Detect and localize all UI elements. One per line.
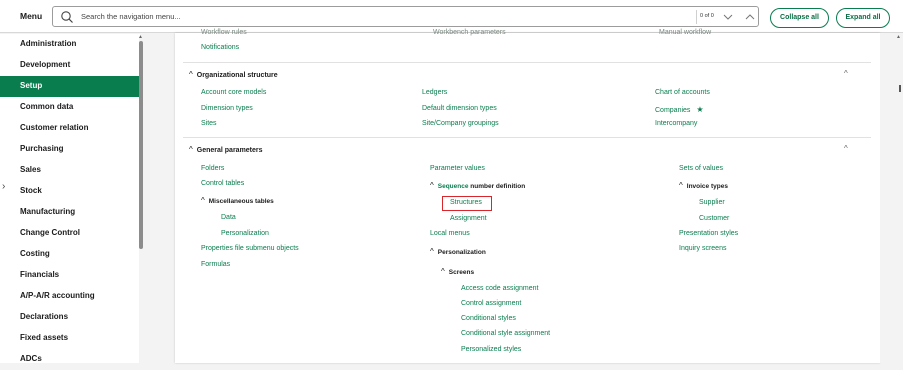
link-structures[interactable]: Structures — [450, 199, 482, 206]
sidebar-item-declarations[interactable]: Declarations — [0, 307, 140, 328]
search-result-counter: 0 of 0 — [700, 13, 714, 19]
search-input[interactable]: Search the navigation menu... 0 of 0 — [52, 6, 759, 27]
link-inquiry-screens[interactable]: Inquiry screens — [679, 245, 726, 252]
chevron-up-icon: ^ — [189, 70, 193, 79]
link-sets-of-values[interactable]: Sets of values — [679, 165, 723, 172]
main-scrollbar[interactable] — [880, 33, 903, 363]
group-screens[interactable]: ^ Screens — [441, 267, 474, 276]
menu-title: Menu — [20, 11, 43, 21]
link-local-menus[interactable]: Local menus — [430, 230, 470, 237]
sidebar-item-financials[interactable]: Financials — [0, 265, 140, 286]
link-access-code-assignment[interactable]: Access code assignment — [461, 285, 538, 292]
link-site-company-groupings[interactable]: Site/Company groupings — [422, 120, 499, 127]
main-scroll-thumb[interactable] — [899, 85, 901, 92]
link-assignment[interactable]: Assignment — [450, 215, 487, 222]
sidebar-scroll-thumb[interactable] — [139, 41, 143, 249]
section-divider — [183, 62, 871, 63]
chevron-up-icon[interactable]: ^ — [844, 69, 848, 78]
link-customer[interactable]: Customer — [699, 215, 729, 222]
search-divider — [696, 10, 697, 24]
link-data[interactable]: Data — [221, 214, 236, 221]
sidebar-item-customer-relation[interactable]: Customer relation — [0, 118, 140, 139]
link-conditional-style-assignment[interactable]: Conditional style assignment — [461, 330, 550, 337]
link-supplier[interactable]: Supplier — [699, 199, 725, 206]
chevron-right-icon[interactable]: › — [2, 181, 5, 192]
sidebar-item-ap-ar-accounting[interactable]: A/P-A/R accounting — [0, 286, 140, 307]
link-notifications[interactable]: Notifications — [201, 44, 239, 51]
sidebar-item-manufacturing[interactable]: Manufacturing — [0, 202, 140, 223]
chevron-up-icon: ^ — [430, 181, 434, 190]
chevron-up-icon: ^ — [679, 181, 683, 190]
link-account-core-models[interactable]: Account core models — [201, 89, 266, 96]
sidebar-item-sales[interactable]: Sales — [0, 160, 140, 181]
link-personalization[interactable]: Personalization — [221, 230, 269, 237]
link-folders[interactable]: Folders — [201, 165, 224, 172]
chevron-up-icon[interactable]: ^ — [844, 144, 848, 153]
group-personalization[interactable]: ^ Personalization — [430, 247, 486, 256]
navigation-panel: Workflow rules Workbench parameters Manu… — [175, 29, 880, 363]
link-companies[interactable]: Companies ★ — [655, 105, 704, 114]
section-general-parameters[interactable]: ^ General parameters — [189, 145, 263, 154]
link-conditional-styles[interactable]: Conditional styles — [461, 315, 516, 322]
link-manual-workflow[interactable]: Manual workflow — [659, 29, 711, 36]
link-properties-file-submenu-objects[interactable]: Properties file submenu objects — [201, 245, 299, 252]
sidebar-item-stock[interactable]: Stock — [0, 181, 140, 202]
link-dimension-types[interactable]: Dimension types — [201, 105, 253, 112]
sidebar-item-change-control[interactable]: Change Control — [0, 223, 140, 244]
group-invoice-types[interactable]: ^ Invoice types — [679, 181, 728, 190]
star-icon[interactable]: ★ — [696, 105, 703, 114]
link-control-tables[interactable]: Control tables — [201, 180, 244, 187]
link-workbench-parameters[interactable]: Workbench parameters — [433, 29, 506, 36]
sidebar-item-adcs[interactable]: ADCs — [0, 349, 140, 370]
expand-all-button[interactable]: Expand all — [836, 8, 890, 28]
scroll-up-arrow-icon[interactable]: ▲ — [896, 34, 901, 40]
sidebar-item-common-data[interactable]: Common data — [0, 97, 140, 118]
sidebar-item-purchasing[interactable]: Purchasing — [0, 139, 140, 160]
link-chart-of-accounts[interactable]: Chart of accounts — [655, 89, 710, 96]
link-control-assignment[interactable]: Control assignment — [461, 300, 521, 307]
link-presentation-styles[interactable]: Presentation styles — [679, 230, 738, 237]
link-intercompany[interactable]: Intercompany — [655, 120, 697, 127]
link-formulas[interactable]: Formulas — [201, 261, 230, 268]
chevron-up-icon: ^ — [441, 267, 445, 276]
section-organizational-structure[interactable]: ^ Organizational structure — [189, 70, 278, 79]
chevron-up-icon[interactable] — [744, 11, 756, 23]
link-workflow-rules[interactable]: Workflow rules — [201, 29, 247, 36]
link-default-dimension-types[interactable]: Default dimension types — [422, 105, 497, 112]
chevron-up-icon: ^ — [430, 247, 434, 256]
group-miscellaneous-tables[interactable]: ^ Miscellaneous tables — [201, 196, 274, 205]
sidebar-item-fixed-assets[interactable]: Fixed assets — [0, 328, 140, 349]
chevron-down-icon[interactable] — [722, 11, 734, 23]
link-parameter-values[interactable]: Parameter values — [430, 165, 485, 172]
chevron-up-icon: ^ — [189, 145, 193, 154]
group-sequence-number-definition[interactable]: ^ Sequence number definition — [430, 181, 525, 190]
search-icon — [61, 11, 73, 23]
link-personalized-styles[interactable]: Personalized styles — [461, 346, 521, 353]
sidebar-item-costing[interactable]: Costing — [0, 244, 140, 265]
section-divider — [183, 137, 871, 138]
link-sites[interactable]: Sites — [201, 120, 217, 127]
collapse-all-button[interactable]: Collapse all — [770, 8, 829, 28]
sidebar-item-development[interactable]: Development — [0, 55, 140, 76]
sidebar-item-setup[interactable]: Setup — [0, 76, 140, 97]
sidebar: Administration Development Setup Common … — [0, 34, 140, 363]
link-ledgers[interactable]: Ledgers — [422, 89, 447, 96]
sidebar-item-administration[interactable]: Administration — [0, 34, 140, 55]
search-placeholder: Search the navigation menu... — [81, 12, 181, 21]
chevron-up-icon: ^ — [201, 196, 205, 205]
scroll-up-arrow-icon[interactable]: ▲ — [138, 34, 143, 40]
